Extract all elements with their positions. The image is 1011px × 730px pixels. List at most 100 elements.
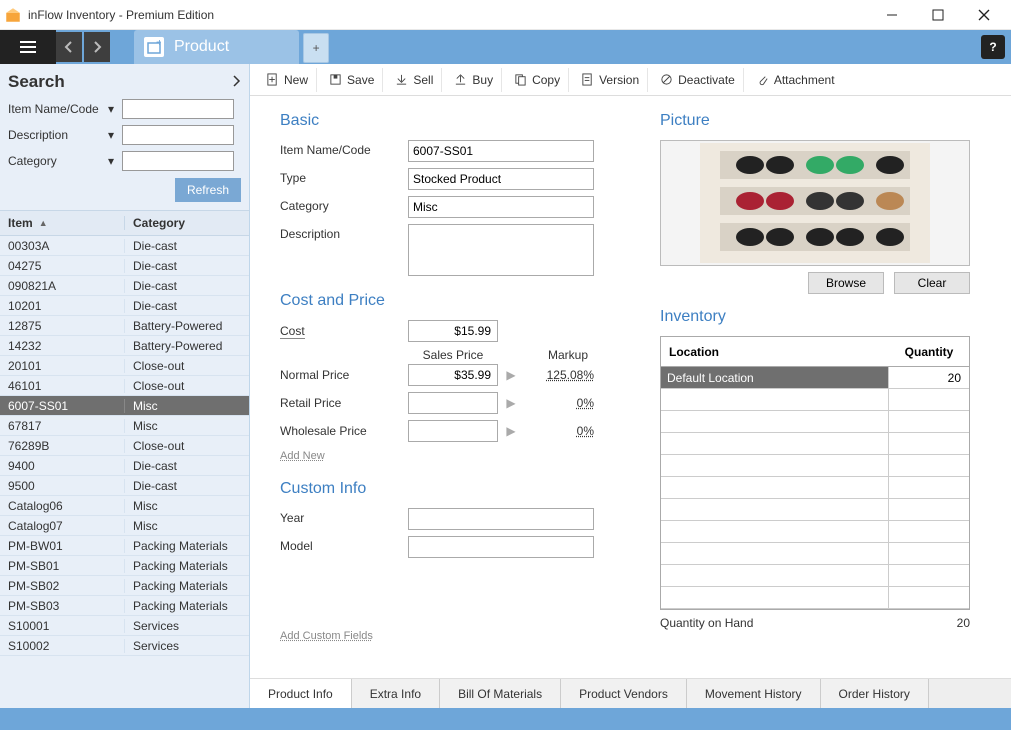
refresh-button[interactable]: Refresh [175, 178, 241, 202]
table-row[interactable]: 12875Battery-Powered [0, 316, 249, 336]
table-row[interactable]: 67817Misc [0, 416, 249, 436]
table-row[interactable]: S10002Services [0, 636, 249, 656]
wholesale-price-input[interactable] [408, 420, 498, 442]
filter-item-caret-icon[interactable]: ▾ [108, 102, 122, 116]
inventory-row[interactable] [661, 587, 969, 609]
grid-header-item[interactable]: Item▲ [0, 216, 124, 230]
table-row[interactable]: 10201Die-cast [0, 296, 249, 316]
search-heading: Search [8, 72, 231, 92]
minimize-button[interactable] [869, 0, 915, 30]
normal-price-input[interactable] [408, 364, 498, 386]
table-row[interactable]: 6007-SS01Misc [0, 396, 249, 416]
table-row[interactable]: PM-SB03Packing Materials [0, 596, 249, 616]
bottom-tab[interactable]: Extra Info [352, 679, 440, 708]
filter-item-input[interactable] [122, 99, 234, 119]
menu-button[interactable] [0, 30, 56, 64]
add-new-price-link[interactable]: Add New [280, 450, 325, 462]
year-input[interactable] [408, 508, 594, 530]
inventory-row[interactable] [661, 411, 969, 433]
inventory-row[interactable] [661, 521, 969, 543]
copy-button[interactable]: Copy [506, 68, 569, 92]
filter-cat-caret-icon[interactable]: ▾ [108, 154, 122, 168]
table-row[interactable]: 20101Close-out [0, 356, 249, 376]
model-input[interactable] [408, 536, 594, 558]
table-row[interactable]: PM-BW01Packing Materials [0, 536, 249, 556]
table-row[interactable]: PM-SB01Packing Materials [0, 556, 249, 576]
sell-button[interactable]: Sell [387, 68, 442, 92]
play-icon[interactable]: ▶ [498, 424, 524, 438]
inventory-row[interactable] [661, 477, 969, 499]
inventory-row[interactable]: Default Location20 [661, 367, 969, 389]
filter-desc-input[interactable] [122, 125, 234, 145]
inventory-row[interactable] [661, 455, 969, 477]
category-select[interactable]: Misc [408, 196, 594, 218]
help-button[interactable]: ? [981, 35, 1005, 59]
table-row[interactable]: Catalog07Misc [0, 516, 249, 536]
table-row[interactable]: PM-SB02Packing Materials [0, 576, 249, 596]
new-tab-button[interactable]: + [303, 33, 329, 63]
nav-forward-button[interactable] [84, 32, 110, 62]
normal-markup[interactable]: 125.08% [524, 368, 594, 382]
inventory-row[interactable] [661, 499, 969, 521]
type-select[interactable]: Stocked Product [408, 168, 594, 190]
buy-button[interactable]: Buy [446, 68, 502, 92]
new-button[interactable]: New [258, 68, 317, 92]
tab-product[interactable]: + Product [134, 30, 299, 64]
table-row[interactable]: 090821ADie-cast [0, 276, 249, 296]
item-name-input[interactable] [408, 140, 594, 162]
table-row[interactable]: 04275Die-cast [0, 256, 249, 276]
table-row[interactable]: 46101Close-out [0, 376, 249, 396]
bottom-tab[interactable]: Order History [821, 679, 929, 708]
table-row[interactable]: 9400Die-cast [0, 456, 249, 476]
filter-desc-caret-icon[interactable]: ▾ [108, 128, 122, 142]
table-row[interactable]: S10001Services [0, 616, 249, 636]
bottom-tab[interactable]: Movement History [687, 679, 821, 708]
retail-markup[interactable]: 0% [524, 396, 594, 410]
version-button[interactable]: Version [573, 68, 648, 92]
table-row[interactable]: 9500Die-cast [0, 476, 249, 496]
clear-button[interactable]: Clear [894, 272, 970, 294]
sidebar: Search Item Name/Code ▾ Description ▾ Ca… [0, 64, 250, 708]
inventory-table: Location Quantity Default Location20 [660, 336, 970, 610]
normal-price-label: Normal Price [280, 368, 408, 382]
close-button[interactable] [961, 0, 1007, 30]
inv-header-location: Location [661, 345, 889, 359]
add-custom-fields-link[interactable]: Add Custom Fields [280, 630, 373, 642]
inventory-row[interactable] [661, 565, 969, 587]
play-icon[interactable]: ▶ [498, 396, 524, 410]
play-icon[interactable]: ▶ [498, 368, 524, 382]
filter-cat-input[interactable] [122, 151, 234, 171]
cost-input[interactable] [408, 320, 498, 342]
inventory-row[interactable] [661, 543, 969, 565]
table-row[interactable]: 76289BClose-out [0, 436, 249, 456]
table-row[interactable]: 00303ADie-cast [0, 236, 249, 256]
deactivate-button[interactable]: Deactivate [652, 68, 744, 92]
inventory-row[interactable] [661, 389, 969, 411]
section-cost: Cost and Price [280, 292, 620, 310]
inv-header-qty: Quantity [889, 345, 969, 359]
maximize-button[interactable] [915, 0, 961, 30]
bottom-tab[interactable]: Product Vendors [561, 679, 687, 708]
filter-cat-label: Category [8, 154, 108, 168]
browse-button[interactable]: Browse [808, 272, 884, 294]
bottom-tabs: Product InfoExtra InfoBill Of MaterialsP… [250, 678, 1011, 708]
collapse-search-icon[interactable] [231, 75, 241, 90]
table-row[interactable]: Catalog06Misc [0, 496, 249, 516]
grid-header-category[interactable]: Category [124, 216, 249, 230]
qoh-label: Quantity on Hand [660, 616, 957, 630]
category-label: Category [280, 196, 408, 213]
attachment-button[interactable]: Attachment [748, 68, 843, 92]
wholesale-markup[interactable]: 0% [524, 424, 594, 438]
table-row[interactable]: 14232Battery-Powered [0, 336, 249, 356]
section-picture: Picture [660, 112, 991, 130]
save-button[interactable]: Save [321, 68, 383, 92]
retail-price-input[interactable] [408, 392, 498, 414]
inventory-row[interactable] [661, 433, 969, 455]
description-input[interactable] [408, 224, 594, 276]
svg-text:+: + [156, 40, 161, 49]
model-label: Model [280, 536, 408, 553]
bottom-tab[interactable]: Product Info [250, 679, 352, 708]
filter-item-label: Item Name/Code [8, 102, 108, 116]
bottom-tab[interactable]: Bill Of Materials [440, 679, 561, 708]
nav-back-button[interactable] [56, 32, 82, 62]
